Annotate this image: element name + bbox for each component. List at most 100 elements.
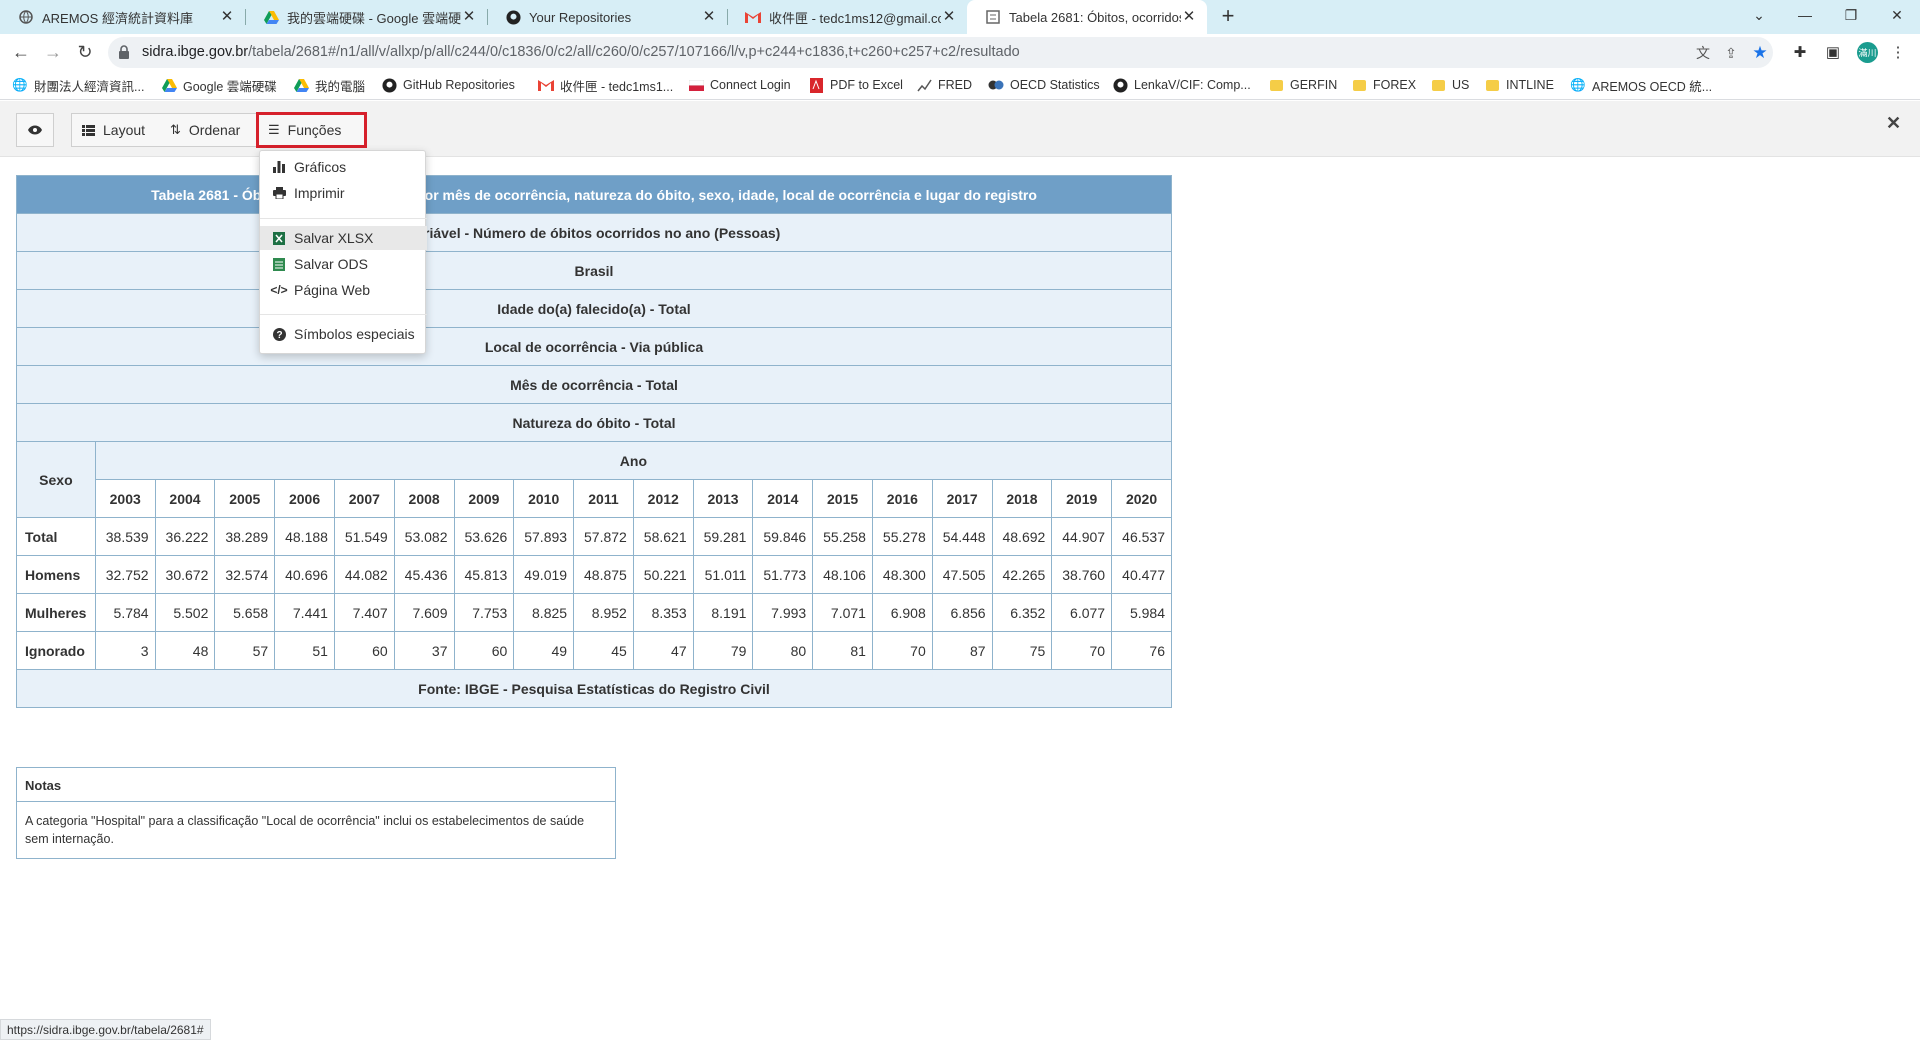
notes-body: A categoria "Hospital" para a classifica… bbox=[25, 814, 585, 846]
menu-label: Página Web bbox=[294, 282, 371, 298]
tab-title: 我的雲端硬碟 - Google 雲端硬碟 bbox=[287, 10, 461, 26]
menu-item-imprimir[interactable]: Imprimir bbox=[260, 181, 427, 205]
data-cell: 57.872 bbox=[573, 517, 634, 556]
tab-sidra[interactable]: Tabela 2681: Óbitos, ocorridos ✕ bbox=[967, 0, 1207, 34]
menu-item-simbolos[interactable]: ? Símbolos especiais bbox=[260, 322, 427, 346]
data-cell: 46.537 bbox=[1111, 517, 1172, 556]
oecd-icon bbox=[988, 77, 1004, 93]
bookmark-label: AREMOS OECD 統... bbox=[1592, 79, 1713, 94]
close-icon[interactable]: ✕ bbox=[1886, 113, 1901, 134]
data-cell: 8.353 bbox=[632, 593, 694, 632]
translate-icon[interactable]: 文 bbox=[1694, 44, 1712, 62]
layout-button[interactable]: Layout bbox=[71, 113, 161, 147]
data-cell: 48 bbox=[154, 631, 216, 670]
row-label: Homens bbox=[16, 555, 96, 594]
bookmark-folder[interactable]: US bbox=[1430, 76, 1469, 94]
tab-github[interactable]: Your Repositories ✕ bbox=[487, 0, 728, 34]
bookmark-folder[interactable]: GERFIN bbox=[1268, 76, 1337, 94]
data-cell: 87 bbox=[931, 631, 993, 670]
new-tab-button[interactable]: + bbox=[1215, 4, 1241, 30]
bookmark-label: 收件匣 - tedc1ms1... bbox=[560, 79, 674, 94]
bookmark-label: FRED bbox=[938, 78, 973, 92]
sexo-header: Sexo bbox=[16, 441, 96, 518]
data-cell: 45.436 bbox=[393, 555, 455, 594]
bookmark-item[interactable]: 🌐 財團法人經濟資訊... bbox=[12, 76, 144, 94]
data-cell: 50.221 bbox=[632, 555, 694, 594]
table-title: Tabela 2681 - Óbitos, ocorridos no ano, … bbox=[16, 175, 1172, 214]
close-icon[interactable]: ✕ bbox=[701, 9, 717, 25]
tab-search-icon[interactable]: ⌄ bbox=[1736, 0, 1782, 30]
bookmark-item[interactable]: FRED bbox=[916, 76, 972, 94]
window-close-button[interactable]: ✕ bbox=[1874, 0, 1920, 30]
bookmark-item[interactable]: GitHub Repositories bbox=[381, 76, 515, 94]
share-icon[interactable]: ⇪ bbox=[1722, 44, 1740, 62]
hamburger-icon: ☰ bbox=[268, 122, 280, 137]
row-label: Mulheres bbox=[16, 593, 96, 632]
extensions-icon[interactable]: ✚ bbox=[1790, 42, 1810, 62]
menu-dots-icon[interactable]: ⋮ bbox=[1888, 42, 1908, 62]
data-cell: 32.752 bbox=[94, 555, 156, 594]
year-header: 2013 bbox=[692, 479, 754, 518]
back-button[interactable]: ← bbox=[9, 40, 33, 64]
data-cell: 51 bbox=[274, 631, 335, 670]
reload-button[interactable]: ↻ bbox=[73, 40, 97, 64]
avatar[interactable]: 滿川 bbox=[1857, 42, 1878, 63]
close-icon[interactable]: ✕ bbox=[1181, 9, 1197, 25]
bookmark-item[interactable]: PDF to Excel bbox=[808, 76, 903, 94]
data-cell: 45 bbox=[573, 631, 634, 670]
menu-label: Imprimir bbox=[294, 185, 345, 201]
url-text: sidra.ibge.gov.br/tabela/2681#/n1/all/v/… bbox=[142, 44, 1020, 60]
bookmark-item[interactable]: 🌐 AREMOS OECD 統... bbox=[1570, 76, 1712, 94]
bookmark-label: 我的電腦 bbox=[315, 79, 366, 94]
list-icon bbox=[82, 124, 95, 136]
data-cell: 57 bbox=[214, 631, 276, 670]
data-cell: 80 bbox=[752, 631, 814, 670]
funcoes-button[interactable]: ☰ Funções bbox=[258, 113, 365, 147]
address-bar[interactable]: sidra.ibge.gov.br/tabela/2681#/n1/all/v/… bbox=[108, 37, 1773, 68]
menu-item-salvar-xlsx[interactable]: Salvar XLSX bbox=[260, 226, 427, 250]
menu-label: Salvar ODS bbox=[294, 256, 368, 272]
bookmark-star-icon[interactable]: ★ bbox=[1751, 43, 1769, 62]
chart-icon bbox=[916, 77, 932, 93]
table-row: Homens 32.752 30.672 32.574 40.696 44.082 45.4… bbox=[16, 555, 1172, 594]
tab-gmail[interactable]: 收件匣 - tedc1ms12@gmail.com ✕ bbox=[727, 0, 967, 34]
bookmark-label: FOREX bbox=[1373, 78, 1417, 92]
close-icon[interactable]: ✕ bbox=[461, 9, 477, 25]
year-header: 2015 bbox=[812, 479, 873, 518]
bookmark-folder[interactable]: INTLINE bbox=[1484, 76, 1554, 94]
close-icon[interactable]: ✕ bbox=[219, 9, 235, 25]
data-cell: 49.019 bbox=[513, 555, 575, 594]
minimize-button[interactable]: — bbox=[1782, 0, 1828, 30]
bookmark-item[interactable]: Connect Login bbox=[688, 76, 791, 94]
printer-icon bbox=[272, 187, 286, 199]
view-button[interactable] bbox=[16, 113, 54, 147]
lock-icon[interactable] bbox=[118, 45, 130, 59]
tab-aremos[interactable]: AREMOS 經濟統計資料庫 ✕ bbox=[0, 0, 246, 34]
data-cell: 40.477 bbox=[1111, 555, 1172, 594]
restore-button[interactable]: ❐ bbox=[1828, 0, 1874, 30]
globe-icon: 🌐 bbox=[12, 77, 28, 92]
bookmark-item[interactable]: LenkaV/CIF: Comp... bbox=[1112, 76, 1251, 94]
bookmark-item[interactable]: Google 雲端硬碟 bbox=[161, 76, 277, 94]
bookmark-folder[interactable]: FOREX bbox=[1351, 76, 1416, 94]
menu-label: Salvar XLSX bbox=[294, 230, 374, 246]
menu-item-pagina-web[interactable]: </> Página Web bbox=[260, 278, 427, 302]
close-icon[interactable]: ✕ bbox=[941, 9, 957, 25]
data-cell: 70 bbox=[1051, 631, 1113, 670]
question-circle-icon: ? bbox=[272, 327, 286, 341]
menu-label: Símbolos especiais bbox=[294, 326, 415, 342]
side-panel-icon[interactable]: ▣ bbox=[1823, 42, 1843, 62]
notes-panel: Notas A categoria "Hospital" para a clas… bbox=[16, 767, 616, 859]
tab-google-drive[interactable]: 我的雲端硬碟 - Google 雲端硬碟 ✕ bbox=[245, 0, 488, 34]
menu-item-graficos[interactable]: Gráficos bbox=[260, 155, 427, 179]
tab-title: 收件匣 - tedc1ms12@gmail.com bbox=[769, 10, 941, 26]
menu-item-salvar-ods[interactable]: Salvar ODS bbox=[260, 252, 427, 276]
bookmark-item[interactable]: 收件匣 - tedc1ms1... bbox=[538, 76, 673, 94]
data-cell: 48.692 bbox=[991, 517, 1053, 556]
bookmark-item[interactable]: 我的電腦 bbox=[293, 76, 365, 94]
tab-title: AREMOS 經濟統計資料庫 bbox=[42, 10, 193, 26]
bookmark-item[interactable]: OECD Statistics bbox=[988, 76, 1100, 94]
forward-button[interactable]: → bbox=[41, 40, 65, 64]
ordenar-button[interactable]: ⇅ Ordenar bbox=[160, 113, 258, 147]
bar-chart-icon bbox=[272, 161, 286, 173]
